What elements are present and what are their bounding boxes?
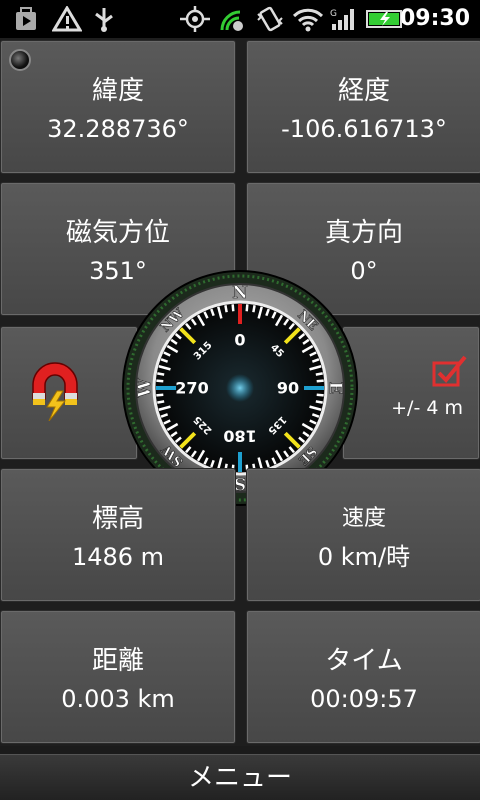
main-panel: 緯度 32.288736° 経度 -106.616713° 磁気方位 351° … xyxy=(0,38,480,746)
altitude-label: 標高 xyxy=(91,504,144,534)
compass-tick xyxy=(315,400,323,404)
compass-tick xyxy=(252,305,256,313)
compass-tick xyxy=(157,400,165,404)
compass-degree-270: 270 xyxy=(175,379,208,398)
compass-degree-0: 0 xyxy=(234,331,245,350)
distance-value: 0.003 km xyxy=(61,685,175,713)
distance-label: 距離 xyxy=(91,646,144,676)
latitude-value: 32.288736° xyxy=(47,115,189,143)
compass-cardinal-w: W xyxy=(135,378,155,399)
speed-value: 0 km/時 xyxy=(317,543,411,571)
latitude-tile[interactable]: 緯度 32.288736° xyxy=(0,40,236,174)
wifi-icon xyxy=(292,6,324,32)
clock: 09:30 xyxy=(399,6,470,31)
gps-icon xyxy=(178,6,212,32)
compass-tick xyxy=(224,305,228,313)
accuracy-tile[interactable]: +/- 4 m xyxy=(342,326,480,460)
svg-text:G: G xyxy=(330,9,337,19)
vibrate-icon xyxy=(256,6,284,32)
time-label: タイム xyxy=(325,646,403,676)
altitude-value: 1486 m xyxy=(71,543,165,571)
menu-button[interactable]: メニュー xyxy=(0,754,480,800)
compass-tick xyxy=(316,379,324,383)
compass-degree-180: 180 xyxy=(223,427,256,446)
compass-tick xyxy=(156,393,164,397)
satellite-icon xyxy=(218,6,246,32)
signal-icon: G xyxy=(330,6,358,32)
distance-tile[interactable]: 距離 0.003 km xyxy=(0,610,236,744)
menu-label: メニュー xyxy=(187,763,292,793)
time-value: 00:09:57 xyxy=(310,685,418,713)
longitude-label: 経度 xyxy=(337,76,390,106)
latitude-label: 緯度 xyxy=(91,76,144,106)
compass-tick xyxy=(315,372,323,376)
true-heading-label: 真方向 xyxy=(324,218,403,248)
usb-icon xyxy=(92,6,116,32)
magnet-icon xyxy=(25,355,85,425)
compass-tick xyxy=(316,393,324,397)
magnetic-bearing-label: 磁気方位 xyxy=(65,218,170,248)
notification-icon xyxy=(14,6,38,32)
time-tile[interactable]: タイム 00:09:57 xyxy=(246,610,480,744)
longitude-value: -106.616713° xyxy=(281,115,447,143)
accuracy-value: +/- 4 m xyxy=(391,397,463,419)
check-icon[interactable] xyxy=(431,353,469,393)
record-indicator-icon[interactable] xyxy=(9,49,31,71)
compass-tick xyxy=(245,304,249,312)
compass-tick xyxy=(157,372,165,376)
compass-cardinal-n: N xyxy=(232,283,248,303)
compass-tick xyxy=(156,379,164,383)
status-bar: G 09:30 xyxy=(0,0,480,38)
magnet-tile[interactable] xyxy=(0,326,138,460)
speed-tile[interactable]: 速度 0 km/時 xyxy=(246,468,480,602)
warning-icon xyxy=(52,6,82,32)
speed-label: 速度 xyxy=(341,506,386,531)
altitude-tile[interactable]: 標高 1486 m xyxy=(0,468,236,602)
compass-tick xyxy=(231,304,235,312)
longitude-tile[interactable]: 経度 -106.616713° xyxy=(246,40,480,174)
compass-degree-90: 90 xyxy=(277,379,299,398)
compass-cardinal-e: E xyxy=(325,382,345,395)
